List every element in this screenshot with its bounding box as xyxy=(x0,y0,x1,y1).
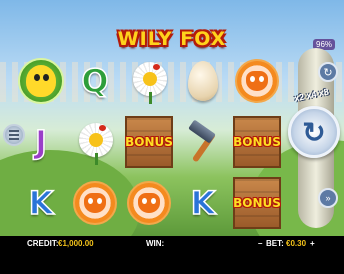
menu-button[interactable] xyxy=(3,124,25,146)
status-bar: CREDIT: €1,000.00 WIN: – BET: €0.30 + xyxy=(0,236,344,274)
bonus-symbol: BONUS xyxy=(125,115,173,168)
bet-increase-button[interactable]: + xyxy=(310,239,315,248)
fox-symbol xyxy=(73,180,117,225)
egg-symbol xyxy=(188,61,218,102)
reel-cell xyxy=(178,113,228,172)
autoplay-button[interactable]: ↻ xyxy=(318,62,338,82)
credit-value: €1,000.00 xyxy=(58,239,94,248)
bonus-label: BONUS xyxy=(233,134,281,149)
reel-cell xyxy=(124,52,174,111)
credit-label: CREDIT: xyxy=(27,239,59,248)
bet-label: BET: xyxy=(266,239,284,248)
reel-cell xyxy=(70,113,120,172)
reel-cell: BONUS xyxy=(232,173,282,232)
reel-cell: K xyxy=(178,173,228,232)
j-symbol: J xyxy=(34,122,47,162)
bonus-label: BONUS xyxy=(233,195,281,210)
turbo-button[interactable]: » xyxy=(318,188,338,208)
reel-cell: Q xyxy=(70,52,120,111)
bet-decrease-button[interactable]: – xyxy=(258,239,262,248)
daisy-symbol xyxy=(73,119,117,165)
daisy-symbol xyxy=(127,58,171,105)
reel-cell xyxy=(124,173,174,232)
k-symbol: K xyxy=(28,183,54,223)
reel-cell: BONUS xyxy=(124,113,174,172)
reel-cell xyxy=(178,52,228,111)
fox-symbol xyxy=(235,59,279,104)
reel-cell: J xyxy=(16,113,66,172)
reel-cell: BONUS xyxy=(232,113,282,172)
reel-cell: K xyxy=(16,173,66,232)
turbo-icon: » xyxy=(325,193,331,203)
k-symbol: K xyxy=(190,183,216,223)
win-label: WIN: xyxy=(146,239,165,248)
spin-button[interactable]: ↻ xyxy=(288,106,340,158)
hammer-symbol xyxy=(181,119,225,164)
bet-value: €0.30 xyxy=(286,239,307,248)
game-scene: WILY FOX Q J BONUS BONUS K K BONUS 96% x… xyxy=(0,0,344,236)
reel-grid: Q J BONUS BONUS K K BONUS xyxy=(14,50,284,234)
reel-cell xyxy=(232,52,282,111)
bonus-symbol: BONUS xyxy=(233,115,281,168)
q-symbol: Q xyxy=(81,62,110,102)
spin-icon: ↻ xyxy=(302,116,326,148)
reel-cell xyxy=(16,52,66,111)
duck-symbol xyxy=(18,58,64,105)
bonus-symbol: BONUS xyxy=(233,176,281,229)
reel-cell xyxy=(70,173,120,232)
fox-symbol xyxy=(127,180,171,225)
autoplay-icon: ↻ xyxy=(323,66,333,79)
hamburger-icon xyxy=(9,134,19,136)
bonus-label: BONUS xyxy=(125,134,173,149)
